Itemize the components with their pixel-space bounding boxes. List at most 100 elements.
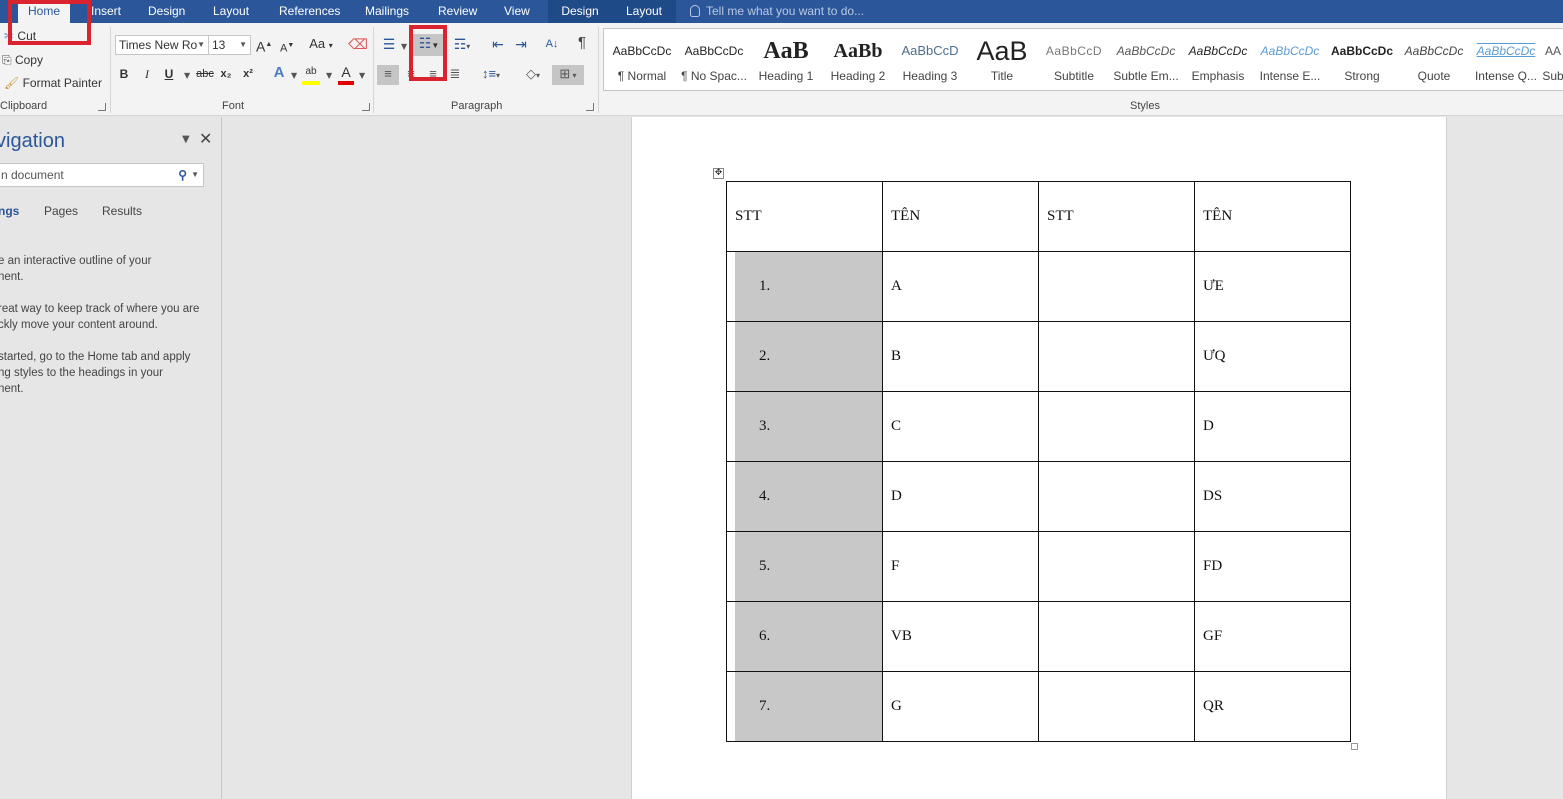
multilevel-list-icon[interactable]: ☶▾ xyxy=(449,35,475,55)
style-subtitle[interactable]: AaBbCcD Subtitle xyxy=(1038,29,1110,90)
chevron-down-icon[interactable]: ▼ xyxy=(359,71,365,80)
table-cell[interactable]: B xyxy=(882,321,1039,392)
underline-button[interactable]: U xyxy=(162,65,176,85)
tab-references[interactable]: References xyxy=(279,0,340,23)
table-cell[interactable]: D xyxy=(1194,391,1351,462)
italic-button[interactable]: I xyxy=(140,65,154,85)
table-cell[interactable] xyxy=(1038,461,1195,532)
table-cell[interactable]: ƯE xyxy=(1194,251,1351,322)
text-effects-button[interactable]: A xyxy=(271,64,287,84)
table-cell[interactable]: GF xyxy=(1194,601,1351,672)
chevron-down-icon[interactable]: ▼ xyxy=(401,42,407,51)
table-cell[interactable]: A xyxy=(882,251,1039,322)
style-heading-1[interactable]: AaB Heading 1 xyxy=(750,29,822,90)
table-cell[interactable]: VB xyxy=(882,601,1039,672)
table-cell[interactable]: QR xyxy=(1194,671,1351,742)
table-cell-number[interactable]: 1. xyxy=(726,251,883,322)
table-cell[interactable] xyxy=(1038,531,1195,602)
table-cell[interactable]: G xyxy=(882,671,1039,742)
tab-review[interactable]: Review xyxy=(438,0,477,23)
chevron-down-icon[interactable]: ▼ xyxy=(291,71,297,80)
tab-layout[interactable]: Layout xyxy=(213,0,249,23)
tab-table-layout[interactable]: Layout xyxy=(612,0,676,23)
table-move-handle-icon[interactable]: ✥ xyxy=(713,168,724,179)
style-normal[interactable]: AaBbCcDc ¶ Normal xyxy=(606,29,678,90)
chevron-down-icon[interactable]: ▼ xyxy=(184,71,190,80)
table-cell[interactable] xyxy=(1038,671,1195,742)
style-subtle-reference[interactable]: AA Sub xyxy=(1542,29,1563,90)
increase-indent-icon[interactable]: ⇥ xyxy=(512,35,530,55)
highlight-button[interactable]: ab xyxy=(302,63,320,85)
sort-button[interactable]: A↓ xyxy=(542,35,562,55)
table-resize-handle-icon[interactable] xyxy=(1351,743,1358,750)
chevron-down-icon[interactable]: ▼ xyxy=(191,164,199,186)
font-launcher-icon[interactable] xyxy=(362,103,370,111)
search-icon[interactable]: ⚲ xyxy=(178,164,187,186)
shrink-font-button[interactable]: A▼ xyxy=(280,37,294,57)
style-emphasis[interactable]: AaBbCcDc Emphasis xyxy=(1182,29,1254,90)
borders-icon[interactable]: ⊞ ▾ xyxy=(552,65,584,85)
style-no-spacing[interactable]: AaBbCcDc ¶ No Spac... xyxy=(678,29,750,90)
strikethrough-button[interactable]: abc xyxy=(194,65,216,85)
table-header-cell[interactable]: STT xyxy=(726,181,883,252)
table-cell-number[interactable]: 5. xyxy=(726,531,883,602)
style-title[interactable]: AaB Title xyxy=(966,29,1038,90)
superscript-button[interactable]: x² xyxy=(240,65,256,85)
table-header-cell[interactable]: TÊN xyxy=(882,181,1039,252)
table-header-cell[interactable]: STT xyxy=(1038,181,1195,252)
table-cell[interactable] xyxy=(1038,601,1195,672)
style-intense-quote[interactable]: AaBbCcDc Intense Q... xyxy=(1470,29,1542,90)
align-left-icon[interactable]: ≡ xyxy=(377,65,399,85)
chevron-down-icon[interactable]: ▼ xyxy=(326,71,332,80)
search-document-input[interactable]: n document ⚲ ▼ xyxy=(0,163,204,187)
table-cell-number[interactable]: 4. xyxy=(726,461,883,532)
font-size-select[interactable]: 13 ▼ xyxy=(208,35,251,55)
table-cell-number[interactable]: 2. xyxy=(726,321,883,392)
table-cell[interactable]: FD xyxy=(1194,531,1351,602)
line-spacing-icon[interactable]: ↕≡▾ xyxy=(477,65,505,85)
shading-icon[interactable]: ◇▾ xyxy=(518,65,548,85)
table-cell-number[interactable]: 3. xyxy=(726,391,883,462)
table-cell[interactable]: DS xyxy=(1194,461,1351,532)
format-painter-button[interactable]: 🖌 Format Painter xyxy=(4,76,102,90)
table-cell[interactable]: ƯQ xyxy=(1194,321,1351,392)
style-heading-3[interactable]: AaBbCcD Heading 3 xyxy=(894,29,966,90)
bold-button[interactable]: B xyxy=(117,65,131,85)
table-cell[interactable]: F xyxy=(882,531,1039,602)
tab-insert[interactable]: Insert xyxy=(91,0,121,23)
clear-formatting-icon[interactable]: ⌫ xyxy=(348,35,368,55)
table-cell-number[interactable]: 6. xyxy=(726,601,883,672)
subscript-button[interactable]: x₂ xyxy=(218,65,234,85)
table-cell[interactable] xyxy=(1038,321,1195,392)
nav-tab-pages[interactable]: Pages xyxy=(44,204,78,218)
table-cell[interactable] xyxy=(1038,251,1195,322)
style-strong[interactable]: AaBbCcDc Strong xyxy=(1326,29,1398,90)
justify-icon[interactable]: ≣ xyxy=(445,65,465,85)
pane-options-chevron-icon[interactable]: ▼ xyxy=(182,134,190,145)
style-subtle-emphasis[interactable]: AaBbCcDc Subtle Em... xyxy=(1110,29,1182,90)
change-case-button[interactable]: Aa ▾ xyxy=(306,35,336,55)
font-color-button[interactable]: A xyxy=(338,63,354,85)
clipboard-launcher-icon[interactable] xyxy=(98,103,106,111)
nav-tab-results[interactable]: Results xyxy=(102,204,142,218)
nav-tab-headings[interactable]: ngs xyxy=(0,204,19,218)
style-quote[interactable]: AaBbCcDc Quote xyxy=(1398,29,1470,90)
grow-font-button[interactable]: A▲ xyxy=(256,36,272,56)
table-header-cell[interactable]: TÊN xyxy=(1194,181,1351,252)
style-heading-2[interactable]: AaBb Heading 2 xyxy=(822,29,894,90)
style-intense-emphasis[interactable]: AaBbCcDc Intense E... xyxy=(1254,29,1326,90)
font-family-select[interactable]: Times New Ro ▼ xyxy=(115,35,209,55)
table-cell-number[interactable]: 7. xyxy=(726,671,883,742)
close-icon[interactable]: ✕ xyxy=(199,129,212,148)
decrease-indent-icon[interactable]: ⇤ xyxy=(489,35,507,55)
tab-table-design[interactable]: Design xyxy=(548,0,612,23)
tab-mailings[interactable]: Mailings xyxy=(365,0,409,23)
paragraph-launcher-icon[interactable] xyxy=(586,103,594,111)
show-formatting-button[interactable]: ¶ xyxy=(574,34,590,54)
table-cell[interactable]: D xyxy=(882,461,1039,532)
tab-view[interactable]: View xyxy=(504,0,530,23)
table-cell[interactable] xyxy=(1038,391,1195,462)
copy-button[interactable]: ⎘ Copy xyxy=(2,53,43,68)
tab-design[interactable]: Design xyxy=(148,0,185,23)
bullets-icon[interactable]: ☰ xyxy=(380,35,398,55)
